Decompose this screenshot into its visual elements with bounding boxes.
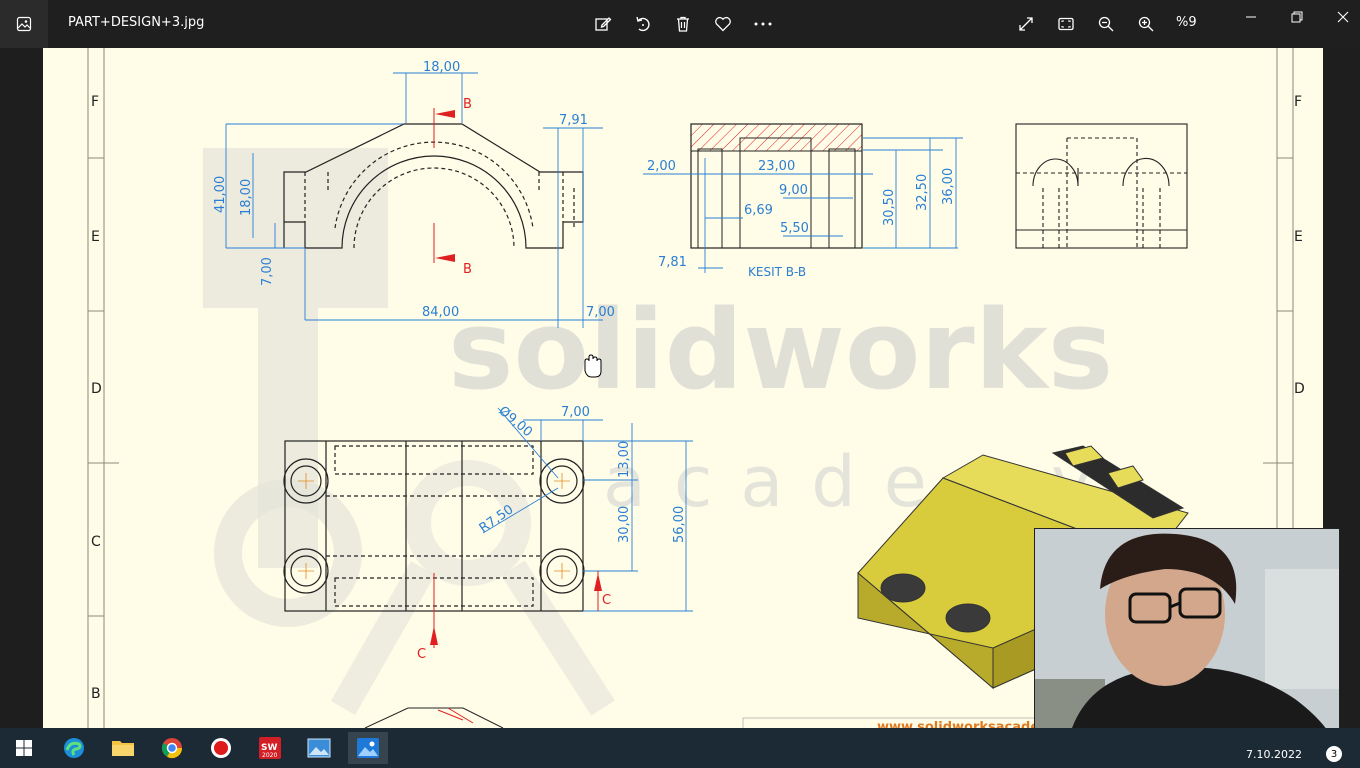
row-label: E bbox=[91, 229, 100, 245]
dim-text: 7,91 bbox=[559, 113, 588, 128]
taskbar: SW 2020 7.10.2022 3 bbox=[0, 728, 1360, 768]
dim-text: 30,00 bbox=[617, 506, 632, 543]
dim-text: 7,00 bbox=[561, 405, 590, 420]
minimize-button[interactable] bbox=[1236, 6, 1266, 28]
rotate-icon[interactable] bbox=[631, 12, 655, 36]
close-button[interactable] bbox=[1328, 6, 1358, 28]
section-mark: C bbox=[602, 593, 611, 608]
dim-text: 9,00 bbox=[779, 183, 808, 198]
photos-app-icon[interactable] bbox=[0, 0, 48, 48]
dim-text: 7,81 bbox=[658, 255, 687, 270]
row-label: D bbox=[1294, 381, 1305, 397]
chrome-icon[interactable] bbox=[152, 732, 192, 764]
section-label: KESIT B-B bbox=[748, 265, 806, 279]
dim-text: 18,00 bbox=[423, 60, 460, 75]
zoom-in-icon[interactable] bbox=[1134, 12, 1158, 36]
dim-text: 5,50 bbox=[780, 221, 809, 236]
dim-text: 41,00 bbox=[213, 176, 228, 213]
dim-text: 18,00 bbox=[239, 179, 254, 216]
start-button[interactable] bbox=[4, 732, 44, 764]
row-label: E bbox=[1294, 229, 1303, 245]
dim-text: 36,00 bbox=[941, 168, 956, 205]
notification-badge[interactable]: 3 bbox=[1326, 746, 1342, 762]
webcam-overlay bbox=[1034, 528, 1340, 758]
favorite-icon[interactable] bbox=[711, 12, 735, 36]
side-view bbox=[1015, 123, 1188, 249]
zoom-out-icon[interactable] bbox=[1094, 12, 1118, 36]
watermark-main: solidworks bbox=[448, 286, 1113, 414]
edit-icon[interactable] bbox=[591, 12, 615, 36]
dim-text: 6,69 bbox=[744, 203, 773, 218]
dim-text: 2,00 bbox=[647, 159, 676, 174]
delete-icon[interactable] bbox=[671, 12, 695, 36]
window-title: PART+DESIGN+3.jpg bbox=[68, 15, 205, 30]
row-label: D bbox=[91, 381, 102, 397]
svg-text:2020: 2020 bbox=[262, 752, 277, 759]
dim-text: 13,00 bbox=[617, 441, 632, 478]
dim-text: 23,00 bbox=[758, 159, 795, 174]
photo-viewer-icon[interactable] bbox=[299, 732, 339, 764]
dim-text: 32,50 bbox=[915, 174, 930, 211]
edge-icon[interactable] bbox=[54, 732, 94, 764]
title-bar: PART+DESIGN+3.jpg %9 bbox=[0, 0, 1360, 48]
dim-text: 7,00 bbox=[586, 305, 615, 320]
row-label: F bbox=[91, 94, 99, 110]
dim-text: 56,00 bbox=[672, 506, 687, 543]
section-view: 2,00 23,00 9,00 6,69 5,50 7,81 30,50 32,… bbox=[643, 123, 963, 279]
restore-button[interactable] bbox=[1282, 6, 1312, 28]
more-icon[interactable] bbox=[751, 12, 775, 36]
fit-icon[interactable] bbox=[1054, 12, 1078, 36]
dim-text: 30,50 bbox=[882, 189, 897, 226]
row-label: B bbox=[91, 686, 101, 702]
file-explorer-icon[interactable] bbox=[103, 732, 143, 764]
partial-view bbox=[364, 707, 504, 728]
solidworks-2020-icon[interactable]: SW 2020 bbox=[250, 732, 290, 764]
row-label: F bbox=[1294, 94, 1302, 110]
section-mark: C bbox=[417, 647, 426, 662]
section-mark: B bbox=[463, 97, 472, 112]
zoom-level[interactable]: %9 bbox=[1176, 15, 1197, 30]
dim-text: 84,00 bbox=[422, 305, 459, 320]
recorder-icon[interactable] bbox=[201, 732, 241, 764]
taskbar-clock[interactable]: 7.10.2022 bbox=[1246, 748, 1302, 761]
dim-text: 7,00 bbox=[260, 257, 275, 286]
row-label: C bbox=[91, 534, 101, 550]
section-mark: B bbox=[463, 262, 472, 277]
fullscreen-icon[interactable] bbox=[1014, 12, 1038, 36]
photos-icon[interactable] bbox=[348, 732, 388, 764]
